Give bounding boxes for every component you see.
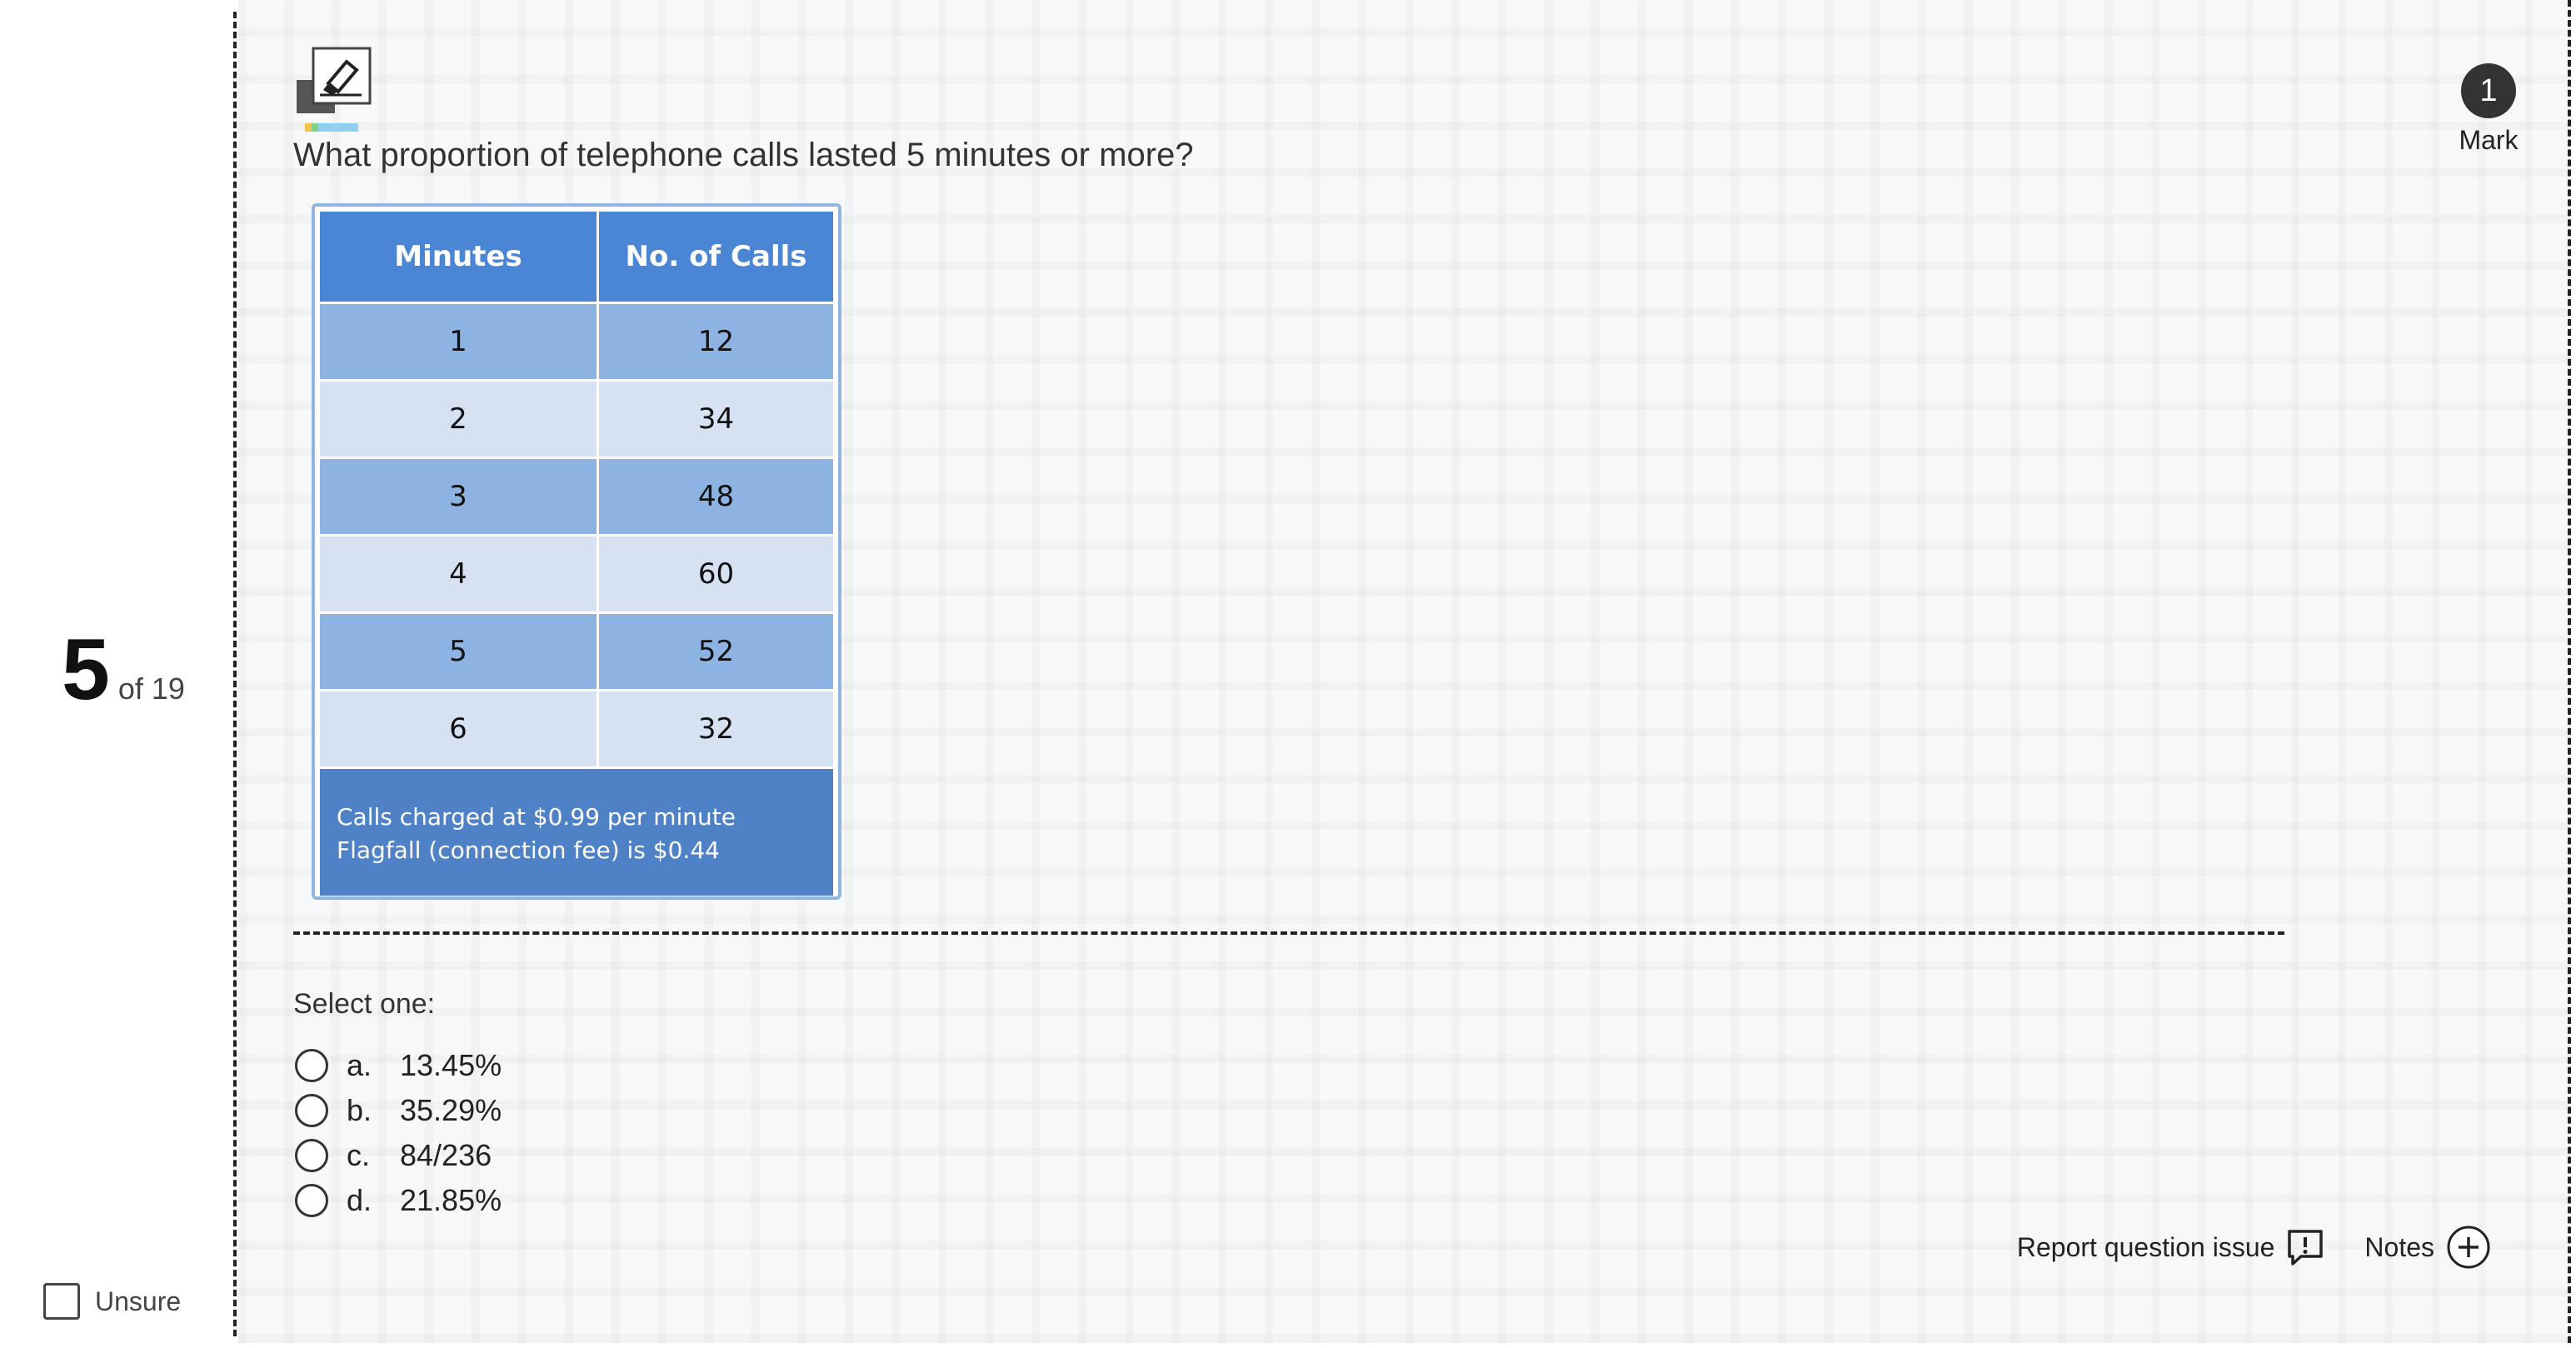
cell-minutes: 3 bbox=[320, 457, 599, 537]
cell-calls: 60 bbox=[597, 535, 833, 614]
unsure-toggle[interactable]: Unsure bbox=[43, 1283, 181, 1320]
report-issue-button[interactable]: Report question issue bbox=[2017, 1228, 2325, 1266]
radio-button[interactable] bbox=[295, 1049, 328, 1082]
table-row: 1 12 bbox=[320, 302, 833, 382]
option-text: 21.85% bbox=[400, 1183, 502, 1217]
answer-option-a[interactable]: a. 13.45% bbox=[295, 1043, 502, 1088]
question-counter: 5 of 19 bbox=[62, 627, 185, 713]
notes-button[interactable]: Notes bbox=[2364, 1225, 2491, 1270]
radio-button[interactable] bbox=[295, 1139, 328, 1172]
question-text: What proportion of telephone calls laste… bbox=[293, 137, 1194, 173]
question-total: of 19 bbox=[117, 672, 185, 706]
cell-calls: 34 bbox=[597, 380, 833, 459]
answer-prompt: Select one: bbox=[293, 988, 436, 1020]
calls-table-image: Minutes No. of Calls 1 12 2 34 3 48 4 60… bbox=[312, 203, 841, 900]
radio-button[interactable] bbox=[295, 1184, 328, 1217]
header-calls: No. of Calls bbox=[597, 212, 833, 304]
notes-label: Notes bbox=[2364, 1231, 2434, 1262]
table-row: 4 60 bbox=[320, 535, 833, 614]
answer-option-c[interactable]: c. 84/236 bbox=[295, 1133, 502, 1178]
mark-indicator: 1 Mark bbox=[2451, 63, 2526, 156]
answer-option-b[interactable]: b. 35.29% bbox=[295, 1088, 502, 1133]
table-row: 6 32 bbox=[320, 690, 833, 769]
report-issue-label: Report question issue bbox=[2016, 1231, 2275, 1262]
option-letter: b. bbox=[347, 1093, 372, 1127]
option-letter: d. bbox=[347, 1183, 372, 1217]
left-rail: 5 of 19 Unsure bbox=[0, 0, 235, 1348]
cell-calls: 52 bbox=[597, 612, 833, 691]
option-letter: a. bbox=[347, 1048, 372, 1082]
question-number: 5 bbox=[62, 622, 110, 718]
header-minutes: Minutes bbox=[320, 212, 599, 304]
footnote-line-2: Flagfall (connection fee) is $0.44 bbox=[337, 836, 720, 864]
question-actions: Report question issue Notes bbox=[2017, 1225, 2491, 1270]
answer-options: a. 13.45% b. 35.29% c. 84/236 d. 21.85% bbox=[295, 1043, 502, 1223]
table-footnote: Calls charged at $0.99 per minute Flagfa… bbox=[320, 769, 833, 896]
table-row: 2 34 bbox=[320, 380, 833, 459]
question-panel: What proportion of telephone calls laste… bbox=[238, 0, 2571, 1343]
mark-label: Mark bbox=[2459, 125, 2519, 155]
mark-count-badge: 1 bbox=[2461, 63, 2516, 118]
unsure-label: Unsure bbox=[95, 1286, 182, 1316]
unsure-checkbox[interactable] bbox=[43, 1283, 80, 1320]
cell-minutes: 1 bbox=[320, 302, 599, 382]
table-header-row: Minutes No. of Calls bbox=[320, 212, 833, 304]
cell-calls: 48 bbox=[597, 457, 833, 537]
eraser-icon[interactable] bbox=[295, 43, 375, 133]
answer-option-d[interactable]: d. 21.85% bbox=[295, 1178, 502, 1223]
report-issue-icon[interactable] bbox=[2286, 1228, 2324, 1266]
cell-calls: 32 bbox=[597, 690, 833, 769]
plus-circle-icon[interactable] bbox=[2446, 1225, 2491, 1270]
cell-minutes: 6 bbox=[320, 690, 599, 769]
section-divider bbox=[293, 931, 2284, 935]
table-row: 5 52 bbox=[320, 612, 833, 691]
cell-minutes: 5 bbox=[320, 612, 599, 691]
cell-calls: 12 bbox=[597, 302, 833, 382]
cell-minutes: 4 bbox=[320, 535, 599, 614]
table-row: 3 48 bbox=[320, 457, 833, 537]
footnote-line-1: Calls charged at $0.99 per minute bbox=[337, 803, 736, 831]
option-letter: c. bbox=[347, 1138, 371, 1172]
calls-table: Minutes No. of Calls 1 12 2 34 3 48 4 60… bbox=[320, 212, 833, 769]
option-text: 84/236 bbox=[400, 1138, 492, 1172]
cell-minutes: 2 bbox=[320, 380, 599, 459]
rail-divider bbox=[233, 12, 237, 1336]
option-text: 35.29% bbox=[400, 1093, 502, 1127]
option-text: 13.45% bbox=[400, 1048, 502, 1082]
radio-button[interactable] bbox=[295, 1094, 328, 1127]
